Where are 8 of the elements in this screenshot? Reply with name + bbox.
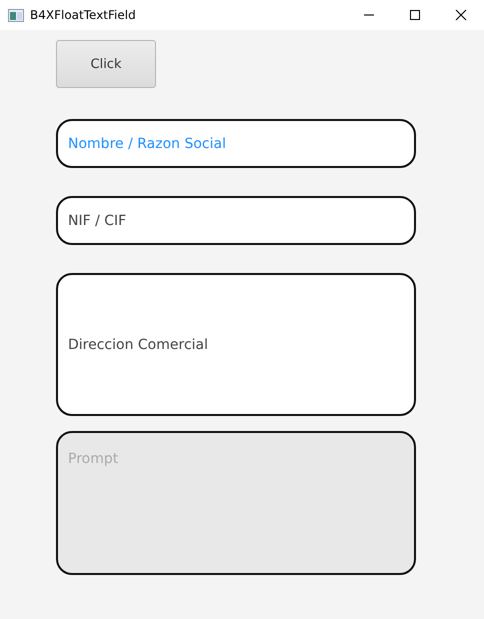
input-field[interactable]: NIF / CIF <box>56 196 416 245</box>
click-button[interactable]: Click <box>56 40 156 88</box>
maximize-icon <box>409 9 421 21</box>
close-icon <box>455 9 467 21</box>
app-icon <box>8 8 24 22</box>
input-field[interactable]: Direccion Comercial <box>56 273 416 416</box>
window-title: B4XFloatTextField <box>30 8 137 22</box>
input-field[interactable]: Nombre / Razon Social <box>56 119 416 168</box>
